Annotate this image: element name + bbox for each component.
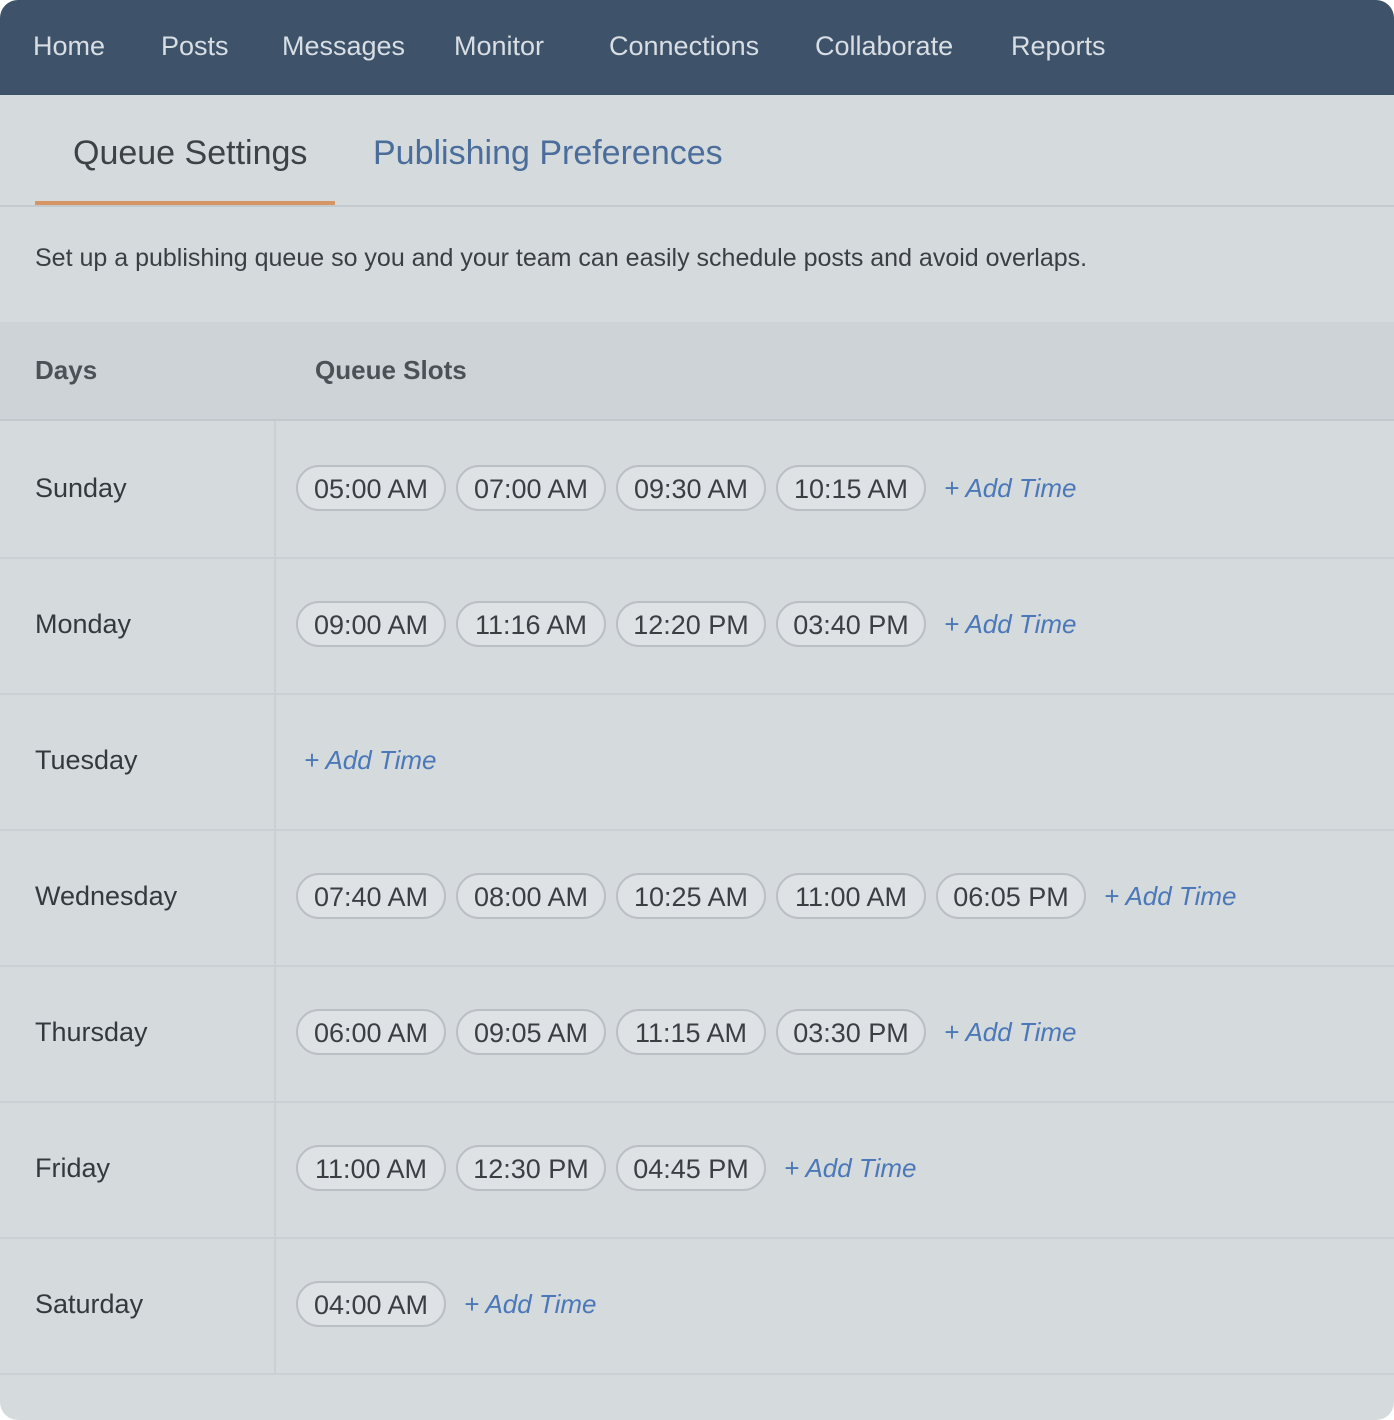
day-label: Wednesday [35,881,178,911]
nav-collaborate[interactable]: Collaborate [815,0,953,95]
page-description: Set up a publishing queue so you and you… [35,244,1088,272]
nav-posts[interactable]: Posts [161,0,229,95]
time-slot-chip[interactable]: 11:15 AM [616,1009,766,1055]
day-label: Sunday [35,473,127,503]
add-time-link[interactable]: + Add Time [784,1145,916,1191]
day-cell: Wednesday [0,829,276,965]
day-label: Saturday [35,1289,144,1319]
queue-slots: 06:00 AM 09:05 AM 11:15 AM 03:30 PM + Add Ti… [296,1007,1076,1057]
add-time-link[interactable]: + Add Time [944,465,1076,511]
table-row: Tuesday + Add Time [0,693,1394,831]
time-slot-chip[interactable]: 11:00 AM [296,1145,446,1191]
time-slot-chip[interactable]: 09:00 AM [296,601,446,647]
queue-table-header: Days Queue Slots [0,322,1394,421]
nav-connections[interactable]: Connections [609,0,759,95]
day-cell: Saturday [0,1237,276,1373]
days-column-header: Days [35,355,98,385]
table-row: Saturday 04:00 AM + Add Time [0,1237,1394,1375]
add-time-link[interactable]: + Add Time [944,601,1076,647]
queue-slots-column-header: Queue Slots [315,355,467,385]
queue-slots: 11:00 AM 12:30 PM 04:45 PM + Add Time [296,1143,916,1193]
add-time-link[interactable]: + Add Time [304,737,436,783]
settings-tabs: Queue Settings Publishing Preferences [0,95,1394,207]
time-slot-chip[interactable]: 12:30 PM [456,1145,606,1191]
day-cell: Friday [0,1101,276,1237]
day-cell: Tuesday [0,693,276,829]
nav-home[interactable]: Home [33,0,105,95]
time-slot-chip[interactable]: 07:00 AM [456,465,606,511]
add-time-link[interactable]: + Add Time [1104,873,1236,919]
time-slot-chip[interactable]: 07:40 AM [296,873,446,919]
time-slot-chip[interactable]: 09:05 AM [456,1009,606,1055]
time-slot-chip[interactable]: 08:00 AM [456,873,606,919]
queue-slots: 09:00 AM 11:16 AM 12:20 PM 03:40 PM + Add Ti… [296,599,1076,649]
nav-reports[interactable]: Reports [1011,0,1106,95]
time-slot-chip[interactable]: 11:16 AM [456,601,606,647]
queue-slots: + Add Time [304,735,436,785]
queue-slots: 04:00 AM + Add Time [296,1279,596,1329]
time-slot-chip[interactable]: 03:40 PM [776,601,926,647]
time-slot-chip[interactable]: 09:30 AM [616,465,766,511]
time-slot-chip[interactable]: 10:15 AM [776,465,926,511]
nav-messages[interactable]: Messages [282,0,405,95]
table-row: Wednesday 07:40 AM 08:00 AM 10:25 AM 11:00 A… [0,829,1394,967]
table-row: Sunday 05:00 AM 07:00 AM 09:30 AM 10:15 AM + … [0,421,1394,559]
tab-queue-settings[interactable]: Queue Settings [73,95,307,205]
day-label: Friday [35,1153,111,1183]
queue-slots: 05:00 AM 07:00 AM 09:30 AM 10:15 AM + Add Ti… [296,463,1076,513]
time-slot-chip[interactable]: 12:20 PM [616,601,766,647]
day-label: Monday [35,609,132,639]
table-row: Thursday 06:00 AM 09:05 AM 11:15 AM 03:30 PM… [0,965,1394,1103]
nav-monitor[interactable]: Monitor [454,0,544,95]
queue-slots: 07:40 AM 08:00 AM 10:25 AM 11:00 AM 06:05 PM… [296,871,1236,921]
tab-publishing-preferences[interactable]: Publishing Preferences [373,95,723,205]
time-slot-chip[interactable]: 04:45 PM [616,1145,766,1191]
app-frame: Home Posts Messages Monitor Connections … [0,0,1394,1420]
day-cell: Sunday [0,421,276,557]
table-row: Friday 11:00 AM 12:30 PM 04:45 PM + Add Time [0,1101,1394,1239]
time-slot-chip[interactable]: 04:00 AM [296,1281,446,1327]
day-label: Tuesday [35,745,138,775]
time-slot-chip[interactable]: 05:00 AM [296,465,446,511]
table-row: Monday 09:00 AM 11:16 AM 12:20 PM 03:40 PM + … [0,557,1394,695]
time-slot-chip[interactable]: 06:00 AM [296,1009,446,1055]
time-slot-chip[interactable]: 06:05 PM [936,873,1086,919]
time-slot-chip[interactable]: 11:00 AM [776,873,926,919]
add-time-link[interactable]: + Add Time [944,1009,1076,1055]
add-time-link[interactable]: + Add Time [464,1281,596,1327]
day-label: Thursday [35,1017,148,1047]
time-slot-chip[interactable]: 10:25 AM [616,873,766,919]
day-cell: Thursday [0,965,276,1101]
top-navigation: Home Posts Messages Monitor Connections … [0,0,1394,95]
active-tab-indicator [35,201,335,205]
day-cell: Monday [0,557,276,693]
time-slot-chip[interactable]: 03:30 PM [776,1009,926,1055]
